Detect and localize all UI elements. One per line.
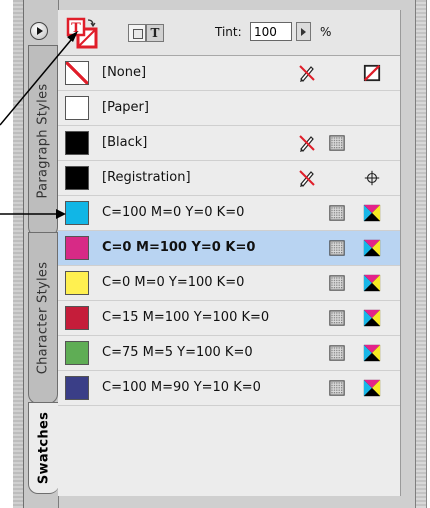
- callout-arrow-fill-stroke: [0, 33, 77, 126]
- callout-arrows: [0, 31, 78, 219]
- callout-arrowhead: [56, 209, 66, 219]
- callout-arrowhead: [67, 31, 78, 42]
